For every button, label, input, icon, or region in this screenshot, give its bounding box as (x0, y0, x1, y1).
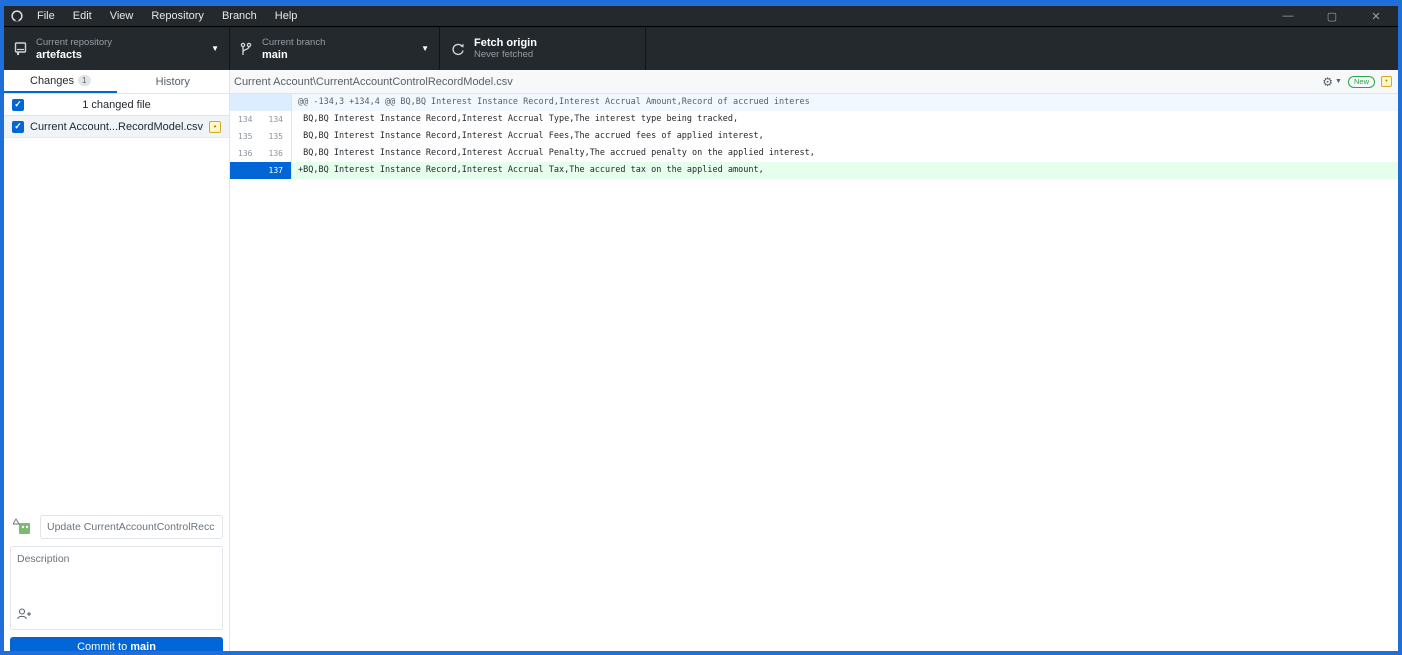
diff-pane: Current Account\CurrentAccountControlRec… (230, 70, 1398, 651)
chevron-down-icon: ▼ (211, 44, 219, 53)
menu-bar: File Edit View Repository Branch Help — … (4, 6, 1398, 26)
old-line-number: 134 (238, 115, 253, 124)
diff-file-path: Current Account\CurrentAccountControlRec… (234, 75, 513, 88)
line-text: BQ,BQ Interest Instance Record,Interest … (298, 148, 815, 158)
old-line-number (230, 162, 261, 179)
old-line-number: 135 (238, 132, 253, 141)
menu-edit[interactable]: Edit (64, 6, 101, 26)
line-gutter-selected[interactable]: 137 (230, 162, 292, 179)
old-line-number: 136 (238, 149, 253, 158)
menu-branch[interactable]: Branch (213, 6, 266, 26)
chevron-down-icon[interactable]: ▼ (1335, 78, 1342, 85)
new-line-number: 135 (268, 132, 283, 141)
diff-lines: @@ -134,3 +134,4 @@ BQ,BQ Interest Insta… (230, 94, 1398, 179)
changed-file-name: Current Account...RecordModel.csv (30, 120, 204, 133)
modified-icon: • (1381, 76, 1392, 87)
fetch-title: Fetch origin (474, 37, 537, 49)
line-text: +BQ,BQ Interest Instance Record,Interest… (298, 165, 764, 175)
window-controls: — ▢ ✕ (1266, 6, 1398, 26)
github-logo-icon (6, 6, 28, 26)
tab-history[interactable]: History (117, 70, 230, 93)
new-badge: New (1347, 75, 1375, 88)
menu-help[interactable]: Help (266, 6, 307, 26)
diff-hunk-header: @@ -134,3 +134,4 @@ BQ,BQ Interest Insta… (230, 94, 1398, 111)
commit-area: Update CurrentAccountControlRecc Descrip… (4, 506, 229, 651)
sync-icon (450, 41, 466, 57)
fetch-subtitle: Never fetched (474, 49, 534, 60)
menu-file[interactable]: File (28, 6, 64, 26)
commit-button-branch: main (130, 641, 156, 653)
hunk-text: @@ -134,3 +134,4 @@ BQ,BQ Interest Insta… (298, 97, 810, 107)
changed-files-count: 1 changed file (82, 98, 151, 111)
select-all-checkbox[interactable]: ✓ (12, 98, 24, 111)
new-line-number: 134 (268, 115, 283, 124)
tab-changes-label: Changes (30, 74, 75, 87)
file-include-checkbox[interactable]: ✓ (12, 120, 24, 133)
changes-count-badge: 1 (78, 75, 91, 86)
repo-caption: Current repository (36, 37, 113, 48)
line-text: BQ,BQ Interest Instance Record,Interest … (298, 131, 764, 141)
line-gutter[interactable] (230, 94, 292, 111)
app-window: File Edit View Repository Branch Help — … (0, 0, 1402, 655)
avatar (10, 515, 36, 539)
current-branch-button[interactable]: Current branch main ▼ (230, 27, 440, 71)
changed-file-row[interactable]: ✓ Current Account...RecordModel.csv • (4, 116, 229, 138)
branch-name: main (262, 49, 288, 61)
sidebar: Changes 1 History ✓ 1 changed file ✓ Cur… (4, 70, 230, 651)
line-gutter[interactable]: 134 134 (230, 111, 292, 128)
diff-options: ⚙ ▼ New • (1322, 75, 1398, 89)
modified-icon: • (209, 120, 222, 133)
line-text: BQ,BQ Interest Instance Record,Interest … (298, 114, 739, 124)
new-line-number: 137 (268, 166, 283, 175)
diff-line: 136 136 BQ,BQ Interest Instance Record,I… (230, 145, 1398, 162)
diff-line-added: 137 +BQ,BQ Interest Instance Record,Inte… (230, 162, 1398, 179)
toolbar: Current repository artefacts ▼ Current b… (4, 26, 1398, 71)
repo-icon (12, 41, 28, 57)
diff-line: 135 135 BQ,BQ Interest Instance Record,I… (230, 128, 1398, 145)
changes-header: ✓ 1 changed file (4, 94, 229, 116)
gear-icon[interactable]: ⚙ (1322, 75, 1333, 89)
menu-view[interactable]: View (101, 6, 143, 26)
commit-button[interactable]: Commit to main (10, 637, 223, 653)
commit-button-prefix: Commit to (77, 641, 128, 653)
tab-changes[interactable]: Changes 1 (4, 70, 117, 93)
fetch-origin-button[interactable]: Fetch origin Never fetched (440, 27, 646, 71)
diff-line: 134 134 BQ,BQ Interest Instance Record,I… (230, 111, 1398, 128)
menu-repository[interactable]: Repository (142, 6, 213, 26)
diff-header: Current Account\CurrentAccountControlRec… (230, 70, 1398, 94)
restore-button[interactable]: ▢ (1310, 6, 1354, 26)
commit-description-field[interactable]: Description (10, 546, 223, 630)
add-coauthor-icon[interactable] (17, 608, 31, 623)
minimize-button[interactable]: — (1266, 6, 1310, 26)
commit-summary-row: Update CurrentAccountControlRecc (10, 514, 223, 540)
repo-name: artefacts (36, 49, 82, 61)
branch-caption: Current branch (262, 37, 326, 48)
line-gutter[interactable]: 136 136 (230, 145, 292, 162)
current-repository-button[interactable]: Current repository artefacts ▼ (4, 27, 230, 71)
close-button[interactable]: ✕ (1354, 6, 1398, 26)
line-gutter[interactable]: 135 135 (230, 128, 292, 145)
chevron-down-icon: ▼ (421, 44, 429, 53)
commit-summary-input[interactable]: Update CurrentAccountControlRecc (40, 515, 223, 539)
tab-history-label: History (155, 75, 190, 88)
description-placeholder: Description (17, 553, 70, 565)
new-line-number: 136 (268, 149, 283, 158)
sidebar-tabs: Changes 1 History (4, 70, 229, 94)
branch-icon (238, 41, 254, 57)
